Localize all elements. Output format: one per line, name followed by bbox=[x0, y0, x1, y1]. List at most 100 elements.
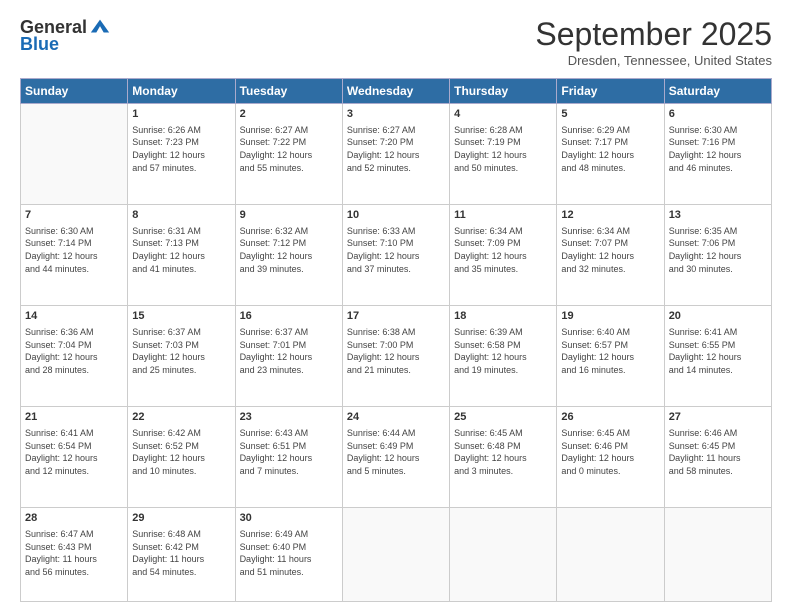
day-info: Sunrise: 6:46 AM Sunset: 6:45 PM Dayligh… bbox=[669, 427, 767, 477]
day-cell: 18 Sunrise: 6:39 AM Sunset: 6:58 PM Dayli… bbox=[450, 306, 557, 407]
day-info: Sunrise: 6:28 AM Sunset: 7:19 PM Dayligh… bbox=[454, 124, 552, 174]
day-info: Sunrise: 6:45 AM Sunset: 6:46 PM Dayligh… bbox=[561, 427, 659, 477]
day-info: Sunrise: 6:30 AM Sunset: 7:14 PM Dayligh… bbox=[25, 225, 123, 275]
day-cell: 22 Sunrise: 6:42 AM Sunset: 6:52 PM Dayli… bbox=[128, 407, 235, 508]
day-cell: 24 Sunrise: 6:44 AM Sunset: 6:49 PM Dayli… bbox=[342, 407, 449, 508]
header-row: SundayMondayTuesdayWednesdayThursdayFrid… bbox=[21, 79, 772, 104]
day-number: 15 bbox=[132, 309, 230, 324]
col-header-saturday: Saturday bbox=[664, 79, 771, 104]
day-cell: 12 Sunrise: 6:34 AM Sunset: 7:07 PM Dayli… bbox=[557, 205, 664, 306]
day-number: 7 bbox=[25, 208, 123, 223]
day-cell: 19 Sunrise: 6:40 AM Sunset: 6:57 PM Dayli… bbox=[557, 306, 664, 407]
day-cell: 21 Sunrise: 6:41 AM Sunset: 6:54 PM Dayli… bbox=[21, 407, 128, 508]
page: General Blue September 2025 Dresden, Ten… bbox=[0, 0, 792, 612]
day-cell: 4 Sunrise: 6:28 AM Sunset: 7:19 PM Daylig… bbox=[450, 104, 557, 205]
day-number: 22 bbox=[132, 410, 230, 425]
col-header-monday: Monday bbox=[128, 79, 235, 104]
day-cell: 29 Sunrise: 6:48 AM Sunset: 6:42 PM Dayli… bbox=[128, 508, 235, 602]
header: General Blue September 2025 Dresden, Ten… bbox=[20, 16, 772, 68]
col-header-wednesday: Wednesday bbox=[342, 79, 449, 104]
day-info: Sunrise: 6:34 AM Sunset: 7:09 PM Dayligh… bbox=[454, 225, 552, 275]
day-cell: 17 Sunrise: 6:38 AM Sunset: 7:00 PM Dayli… bbox=[342, 306, 449, 407]
day-cell: 28 Sunrise: 6:47 AM Sunset: 6:43 PM Dayli… bbox=[21, 508, 128, 602]
day-info: Sunrise: 6:29 AM Sunset: 7:17 PM Dayligh… bbox=[561, 124, 659, 174]
day-cell: 14 Sunrise: 6:36 AM Sunset: 7:04 PM Dayli… bbox=[21, 306, 128, 407]
day-number: 18 bbox=[454, 309, 552, 324]
day-cell bbox=[450, 508, 557, 602]
day-info: Sunrise: 6:27 AM Sunset: 7:22 PM Dayligh… bbox=[240, 124, 338, 174]
day-number: 12 bbox=[561, 208, 659, 223]
day-number: 9 bbox=[240, 208, 338, 223]
day-info: Sunrise: 6:40 AM Sunset: 6:57 PM Dayligh… bbox=[561, 326, 659, 376]
day-number: 4 bbox=[454, 107, 552, 122]
day-cell bbox=[21, 104, 128, 205]
day-number: 23 bbox=[240, 410, 338, 425]
day-info: Sunrise: 6:37 AM Sunset: 7:03 PM Dayligh… bbox=[132, 326, 230, 376]
day-info: Sunrise: 6:27 AM Sunset: 7:20 PM Dayligh… bbox=[347, 124, 445, 174]
day-number: 11 bbox=[454, 208, 552, 223]
day-number: 1 bbox=[132, 107, 230, 122]
day-info: Sunrise: 6:35 AM Sunset: 7:06 PM Dayligh… bbox=[669, 225, 767, 275]
day-cell: 13 Sunrise: 6:35 AM Sunset: 7:06 PM Dayli… bbox=[664, 205, 771, 306]
day-cell: 16 Sunrise: 6:37 AM Sunset: 7:01 PM Dayli… bbox=[235, 306, 342, 407]
day-number: 24 bbox=[347, 410, 445, 425]
day-cell: 5 Sunrise: 6:29 AM Sunset: 7:17 PM Daylig… bbox=[557, 104, 664, 205]
day-number: 3 bbox=[347, 107, 445, 122]
day-number: 28 bbox=[25, 511, 123, 526]
week-row-2: 7 Sunrise: 6:30 AM Sunset: 7:14 PM Daylig… bbox=[21, 205, 772, 306]
day-cell: 9Sunrise: 6:32 AM Sunset: 7:12 PM Daylig… bbox=[235, 205, 342, 306]
day-cell: 10Sunrise: 6:33 AM Sunset: 7:10 PM Dayli… bbox=[342, 205, 449, 306]
day-cell: 7 Sunrise: 6:30 AM Sunset: 7:14 PM Daylig… bbox=[21, 205, 128, 306]
logo: General Blue bbox=[20, 16, 111, 55]
day-info: Sunrise: 6:44 AM Sunset: 6:49 PM Dayligh… bbox=[347, 427, 445, 477]
day-number: 30 bbox=[240, 511, 338, 526]
day-info: Sunrise: 6:45 AM Sunset: 6:48 PM Dayligh… bbox=[454, 427, 552, 477]
week-row-4: 21 Sunrise: 6:41 AM Sunset: 6:54 PM Dayli… bbox=[21, 407, 772, 508]
week-row-5: 28 Sunrise: 6:47 AM Sunset: 6:43 PM Dayli… bbox=[21, 508, 772, 602]
day-number: 26 bbox=[561, 410, 659, 425]
day-info: Sunrise: 6:34 AM Sunset: 7:07 PM Dayligh… bbox=[561, 225, 659, 275]
col-header-sunday: Sunday bbox=[21, 79, 128, 104]
day-number: 16 bbox=[240, 309, 338, 324]
day-info: Sunrise: 6:39 AM Sunset: 6:58 PM Dayligh… bbox=[454, 326, 552, 376]
day-number: 13 bbox=[669, 208, 767, 223]
week-row-3: 14 Sunrise: 6:36 AM Sunset: 7:04 PM Dayli… bbox=[21, 306, 772, 407]
day-info: Sunrise: 6:43 AM Sunset: 6:51 PM Dayligh… bbox=[240, 427, 338, 477]
day-cell bbox=[557, 508, 664, 602]
day-info: Sunrise: 6:30 AM Sunset: 7:16 PM Dayligh… bbox=[669, 124, 767, 174]
day-info: Sunrise: 6:41 AM Sunset: 6:54 PM Dayligh… bbox=[25, 427, 123, 477]
day-info: Sunrise: 6:36 AM Sunset: 7:04 PM Dayligh… bbox=[25, 326, 123, 376]
day-cell: 11 Sunrise: 6:34 AM Sunset: 7:09 PM Dayli… bbox=[450, 205, 557, 306]
day-info: Sunrise: 6:26 AM Sunset: 7:23 PM Dayligh… bbox=[132, 124, 230, 174]
day-number: 5 bbox=[561, 107, 659, 122]
day-number: 10 bbox=[347, 208, 445, 223]
day-cell: 27Sunrise: 6:46 AM Sunset: 6:45 PM Dayli… bbox=[664, 407, 771, 508]
day-info: Sunrise: 6:38 AM Sunset: 7:00 PM Dayligh… bbox=[347, 326, 445, 376]
day-cell: 2 Sunrise: 6:27 AM Sunset: 7:22 PM Daylig… bbox=[235, 104, 342, 205]
day-number: 17 bbox=[347, 309, 445, 324]
day-number: 2 bbox=[240, 107, 338, 122]
day-info: Sunrise: 6:42 AM Sunset: 6:52 PM Dayligh… bbox=[132, 427, 230, 477]
day-info: Sunrise: 6:47 AM Sunset: 6:43 PM Dayligh… bbox=[25, 528, 123, 578]
day-number: 8 bbox=[132, 208, 230, 223]
day-cell: 15 Sunrise: 6:37 AM Sunset: 7:03 PM Dayli… bbox=[128, 306, 235, 407]
day-cell: 30 Sunrise: 6:49 AM Sunset: 6:40 PM Dayli… bbox=[235, 508, 342, 602]
day-cell: 20Sunrise: 6:41 AM Sunset: 6:55 PM Dayli… bbox=[664, 306, 771, 407]
col-header-tuesday: Tuesday bbox=[235, 79, 342, 104]
day-number: 29 bbox=[132, 511, 230, 526]
week-row-1: 1 Sunrise: 6:26 AM Sunset: 7:23 PM Daylig… bbox=[21, 104, 772, 205]
day-info: Sunrise: 6:37 AM Sunset: 7:01 PM Dayligh… bbox=[240, 326, 338, 376]
day-cell: 23 Sunrise: 6:43 AM Sunset: 6:51 PM Dayli… bbox=[235, 407, 342, 508]
location: Dresden, Tennessee, United States bbox=[535, 53, 772, 68]
day-number: 14 bbox=[25, 309, 123, 324]
day-info: Sunrise: 6:49 AM Sunset: 6:40 PM Dayligh… bbox=[240, 528, 338, 578]
day-cell bbox=[664, 508, 771, 602]
calendar-table: SundayMondayTuesdayWednesdayThursdayFrid… bbox=[20, 78, 772, 602]
col-header-thursday: Thursday bbox=[450, 79, 557, 104]
day-info: Sunrise: 6:48 AM Sunset: 6:42 PM Dayligh… bbox=[132, 528, 230, 578]
day-cell: 3 Sunrise: 6:27 AM Sunset: 7:20 PM Daylig… bbox=[342, 104, 449, 205]
day-cell: 25Sunrise: 6:45 AM Sunset: 6:48 PM Dayli… bbox=[450, 407, 557, 508]
day-number: 19 bbox=[561, 309, 659, 324]
day-number: 21 bbox=[25, 410, 123, 425]
title-block: September 2025 Dresden, Tennessee, Unite… bbox=[535, 16, 772, 68]
